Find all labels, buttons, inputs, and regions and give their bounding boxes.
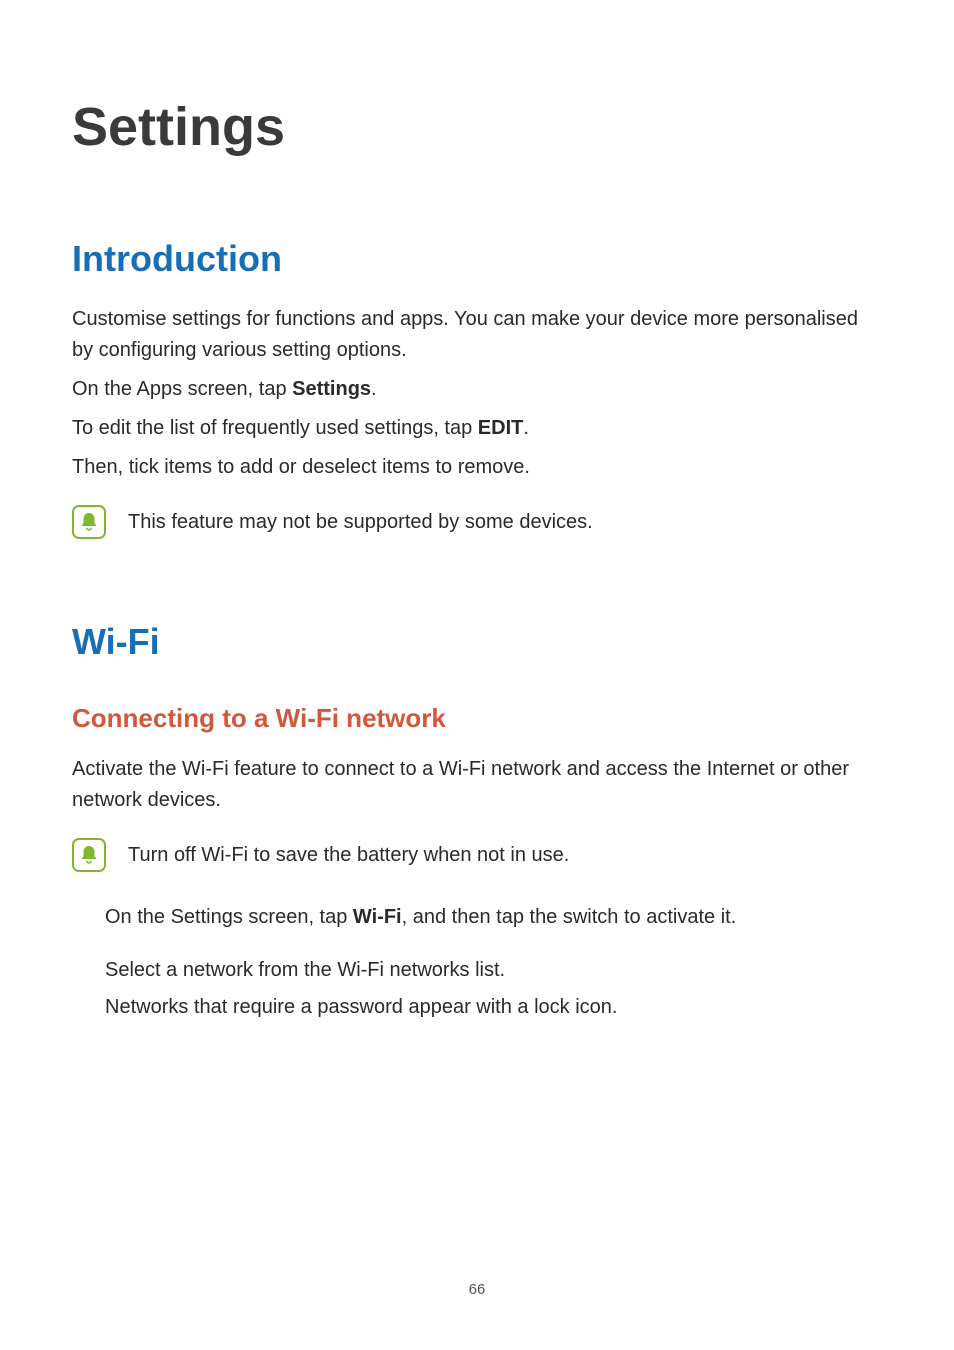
text: On the Apps screen, tap — [72, 378, 292, 400]
note-box-1: This feature may not be supported by som… — [72, 505, 882, 539]
note-box-2: Turn off Wi-Fi to save the battery when … — [72, 838, 882, 872]
step-1: On the Settings screen, tap Wi-Fi, and t… — [72, 902, 882, 933]
step-1-text: On the Settings screen, tap Wi-Fi, and t… — [105, 902, 882, 933]
page-number: 66 — [0, 1281, 954, 1298]
intro-paragraph-3: To edit the list of frequently used sett… — [72, 413, 882, 444]
text: On the Settings screen, tap — [105, 906, 353, 928]
section-heading-wifi: Wi-Fi — [72, 621, 882, 663]
intro-paragraph-4: Then, tick items to add or deselect item… — [72, 452, 882, 483]
note-text-2: Turn off Wi-Fi to save the battery when … — [128, 840, 569, 870]
text: . — [371, 378, 377, 400]
bold-wifi: Wi-Fi — [353, 906, 402, 928]
step-2-text-a: Select a network from the Wi-Fi networks… — [105, 955, 882, 986]
notification-bell-icon — [72, 505, 106, 539]
intro-paragraph-1: Customise settings for functions and app… — [72, 304, 882, 366]
text: . — [523, 417, 529, 439]
notification-bell-icon — [72, 838, 106, 872]
step-2: Select a network from the Wi-Fi networks… — [72, 955, 882, 1023]
subsection-heading-connecting: Connecting to a Wi-Fi network — [72, 703, 882, 734]
step-2-text-b: Networks that require a password appear … — [105, 992, 882, 1023]
bold-edit: EDIT — [478, 417, 524, 439]
text: , and then tap the switch to activate it… — [402, 906, 737, 928]
note-text-1: This feature may not be supported by som… — [128, 507, 593, 537]
text: To edit the list of frequently used sett… — [72, 417, 478, 439]
intro-paragraph-2: On the Apps screen, tap Settings. — [72, 374, 882, 405]
wifi-paragraph-1: Activate the Wi-Fi feature to connect to… — [72, 754, 882, 816]
bold-settings: Settings — [292, 378, 371, 400]
page-title: Settings — [72, 96, 882, 158]
section-heading-introduction: Introduction — [72, 238, 882, 280]
